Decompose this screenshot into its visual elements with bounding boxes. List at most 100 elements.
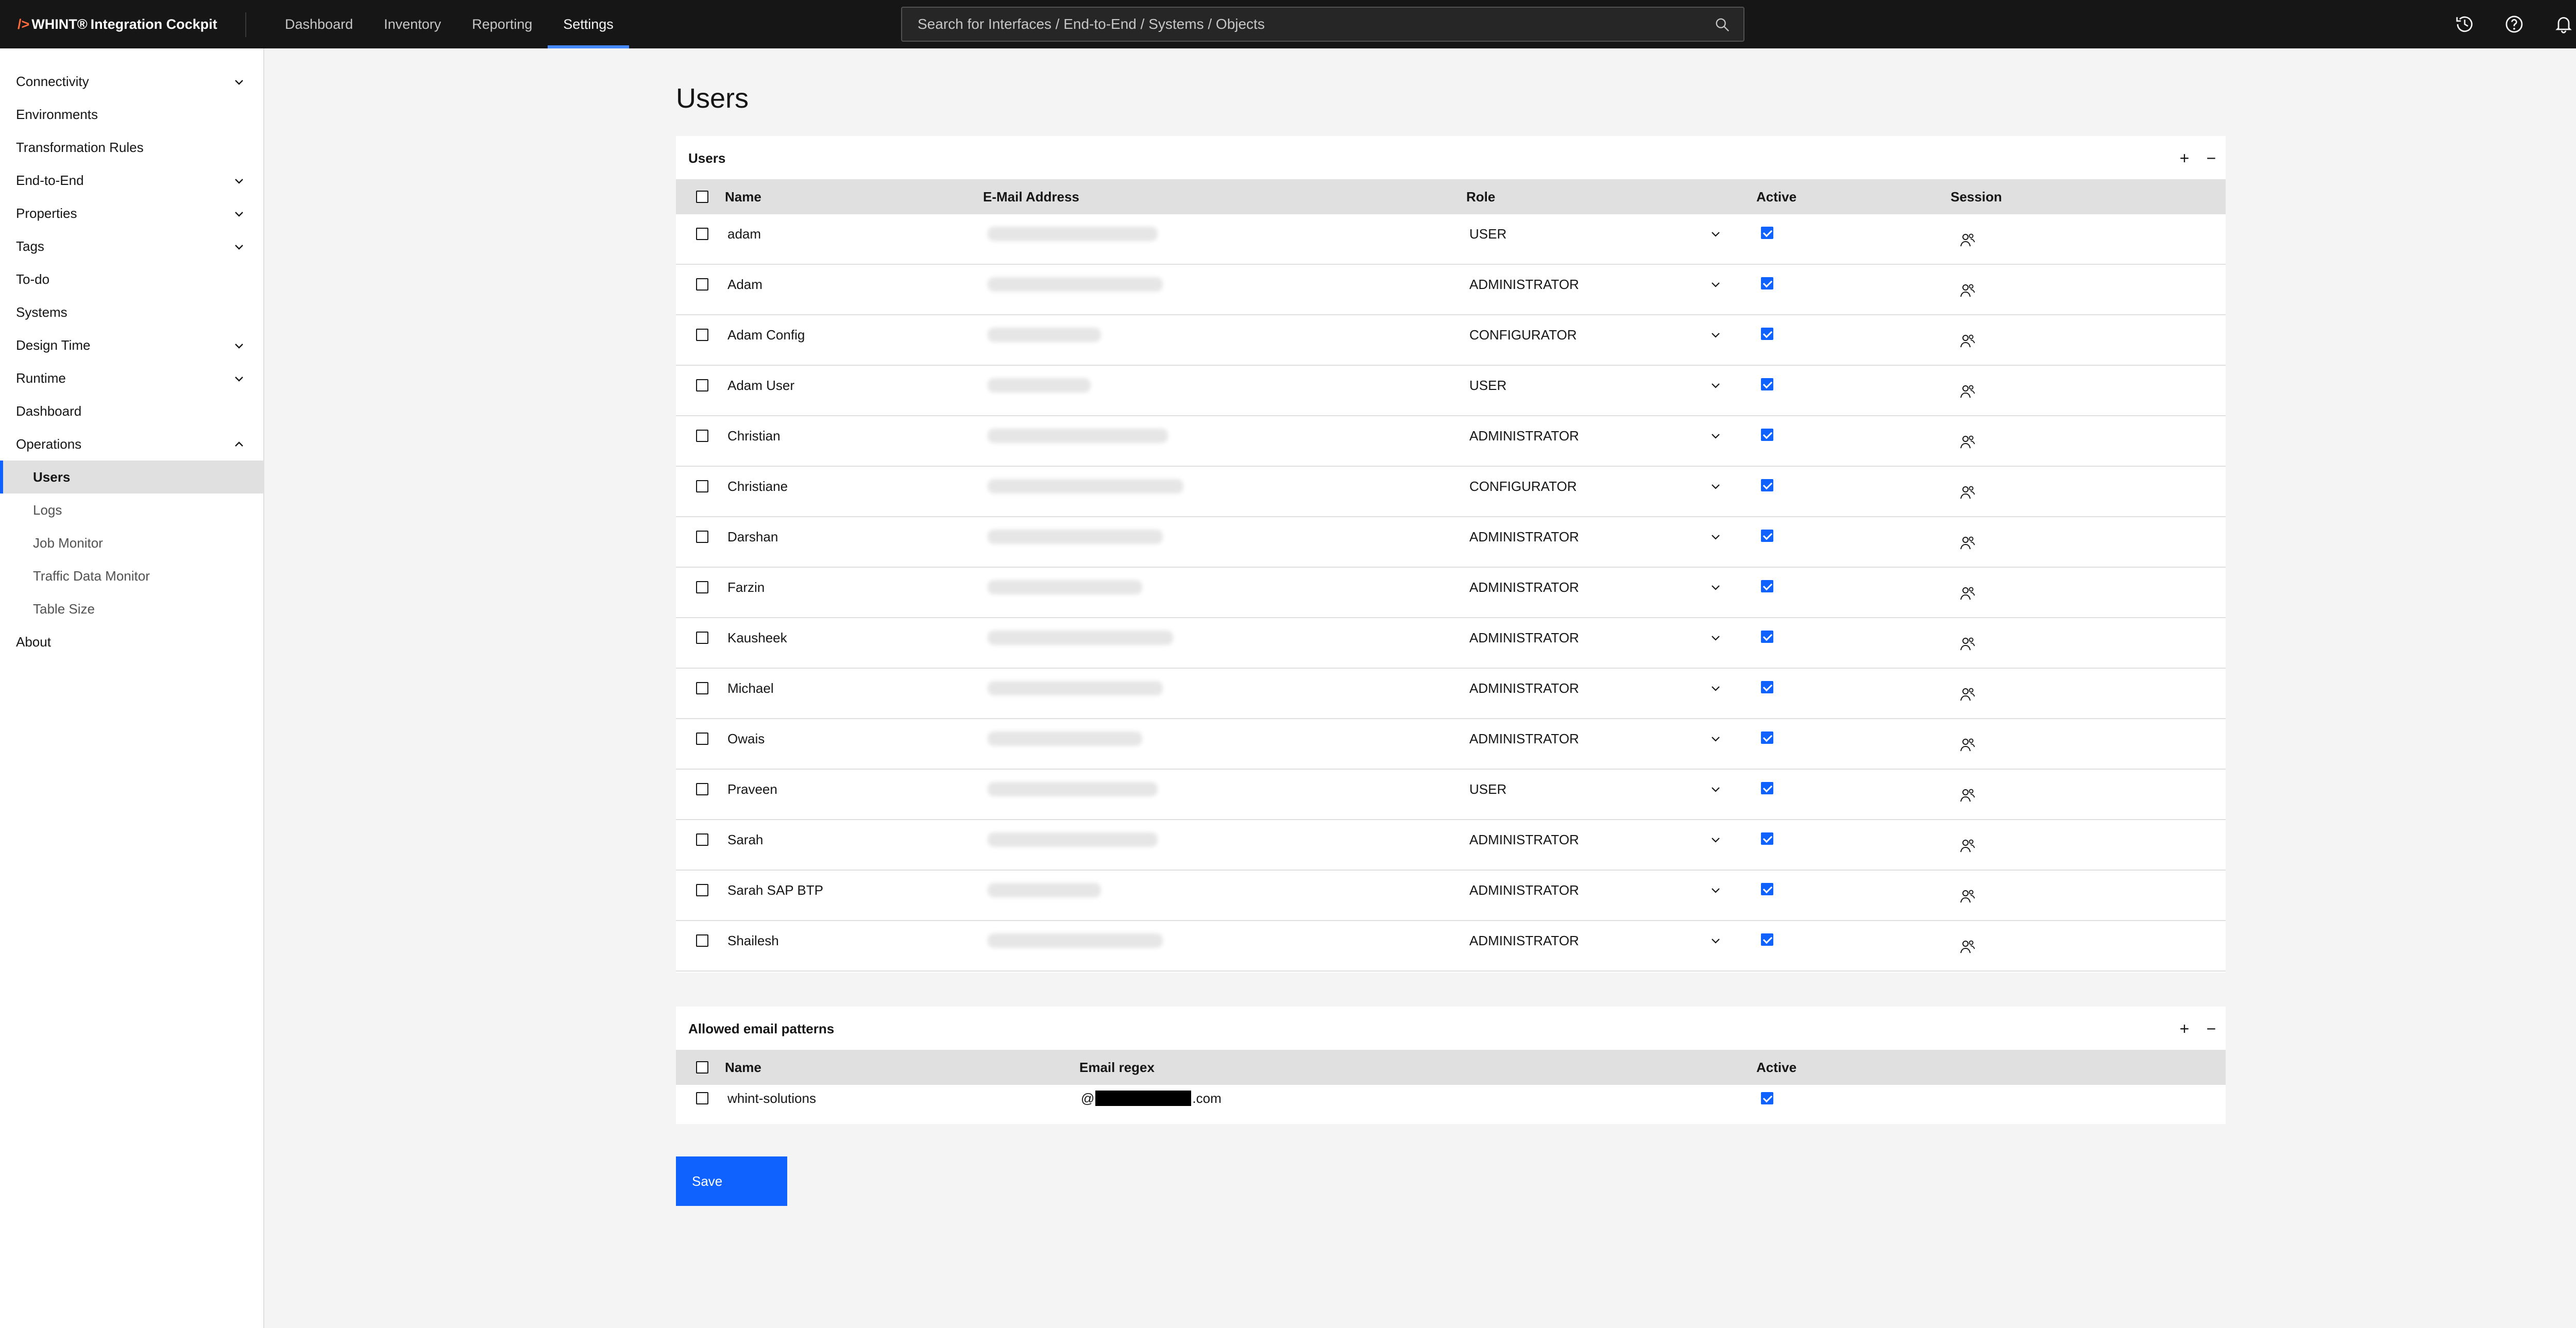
role-select[interactable]: CONFIGURATOR (1469, 467, 1727, 506)
nav-tab-inventory[interactable]: Inventory (368, 0, 456, 48)
row-select-checkbox[interactable] (696, 733, 708, 745)
notification-icon[interactable] (2539, 0, 2576, 48)
session-users-icon[interactable] (1960, 636, 1977, 651)
add-pattern-button[interactable]: + (2172, 1016, 2197, 1042)
active-checkbox[interactable] (1761, 832, 1773, 845)
sidebar-item-end-to-end[interactable]: End-to-End (0, 164, 263, 197)
session-users-icon[interactable] (1960, 535, 1977, 550)
role-select[interactable]: ADMINISTRATOR (1469, 265, 1727, 304)
role-select[interactable]: ADMINISTRATOR (1469, 517, 1727, 556)
active-checkbox[interactable] (1761, 328, 1773, 340)
session-users-icon[interactable] (1960, 737, 1977, 752)
session-users-icon[interactable] (1960, 383, 1977, 399)
brand-logo[interactable]: /> WHINT® Integration Cockpit (18, 0, 217, 48)
sidebar-item-operations[interactable]: Operations (0, 428, 263, 461)
email-regex-value[interactable]: @ .com (1081, 1085, 1222, 1112)
table-row[interactable]: whint-solutions @ .com (676, 1085, 2226, 1124)
active-checkbox[interactable] (1761, 883, 1773, 895)
sidebar-item-transformation-rules[interactable]: Transformation Rules (0, 131, 263, 164)
table-row[interactable]: Adam Config CONFIGURATOR (676, 315, 2226, 366)
table-row[interactable]: Sarah SAP BTP ADMINISTRATOR (676, 871, 2226, 921)
sidebar-item-table-size[interactable]: Table Size (0, 592, 263, 625)
row-select-checkbox[interactable] (696, 934, 708, 947)
sidebar-item-tags[interactable]: Tags (0, 230, 263, 263)
active-checkbox[interactable] (1761, 731, 1773, 744)
column-header-name[interactable]: Name (725, 179, 761, 214)
active-checkbox[interactable] (1761, 933, 1773, 946)
column-header-email-regex[interactable]: Email regex (1079, 1050, 1155, 1085)
sidebar-item-dashboard[interactable]: Dashboard (0, 395, 263, 428)
role-select[interactable]: ADMINISTRATOR (1469, 416, 1727, 455)
role-select[interactable]: ADMINISTRATOR (1469, 568, 1727, 607)
chevron-down-icon[interactable] (232, 174, 246, 188)
row-select-checkbox[interactable] (696, 632, 708, 644)
table-row[interactable]: Michael ADMINISTRATOR (676, 669, 2226, 719)
row-select-checkbox[interactable] (696, 783, 708, 795)
row-select-checkbox[interactable] (696, 278, 708, 291)
chevron-down-icon[interactable] (232, 75, 246, 89)
row-select-checkbox[interactable] (696, 480, 708, 492)
sidebar-item-job-monitor[interactable]: Job Monitor (0, 526, 263, 559)
sidebar-item-properties[interactable]: Properties (0, 197, 263, 230)
active-checkbox[interactable] (1761, 1092, 1773, 1104)
session-users-icon[interactable] (1960, 282, 1977, 298)
active-checkbox[interactable] (1761, 227, 1773, 239)
row-select-checkbox[interactable] (696, 531, 708, 543)
row-select-checkbox[interactable] (696, 884, 708, 896)
table-row[interactable]: Adam User USER (676, 366, 2226, 416)
chevron-down-icon[interactable] (232, 207, 246, 220)
history-icon[interactable] (2440, 0, 2489, 48)
role-select[interactable]: USER (1469, 770, 1727, 809)
table-row[interactable]: Sarah ADMINISTRATOR (676, 820, 2226, 871)
role-select[interactable]: ADMINISTRATOR (1469, 820, 1727, 859)
role-select[interactable]: CONFIGURATOR (1469, 315, 1727, 354)
row-select-checkbox[interactable] (696, 228, 708, 240)
active-checkbox[interactable] (1761, 580, 1773, 592)
nav-tab-settings[interactable]: Settings (548, 0, 629, 48)
row-select-checkbox[interactable] (696, 430, 708, 442)
chevron-down-icon[interactable] (232, 339, 246, 352)
role-select[interactable]: USER (1469, 214, 1727, 253)
session-users-icon[interactable] (1960, 787, 1977, 803)
column-header-email[interactable]: E-Mail Address (983, 179, 1079, 214)
table-row[interactable]: adam USER (676, 214, 2226, 265)
column-header-role[interactable]: Role (1466, 179, 1495, 214)
row-select-checkbox[interactable] (696, 581, 708, 593)
session-users-icon[interactable] (1960, 838, 1977, 853)
active-checkbox[interactable] (1761, 429, 1773, 441)
sidebar-item-users[interactable]: Users (0, 461, 263, 493)
table-row[interactable]: Kausheek ADMINISTRATOR (676, 618, 2226, 669)
save-button[interactable]: Save (676, 1156, 787, 1206)
role-select[interactable]: ADMINISTRATOR (1469, 871, 1727, 910)
session-users-icon[interactable] (1960, 232, 1977, 247)
table-row[interactable]: Praveen USER (676, 770, 2226, 820)
session-users-icon[interactable] (1960, 333, 1977, 348)
table-row[interactable]: Darshan ADMINISTRATOR (676, 517, 2226, 568)
sidebar-item-to-do[interactable]: To-do (0, 263, 263, 296)
column-header-active[interactable]: Active (1756, 179, 1797, 214)
chevron-down-icon[interactable] (232, 372, 246, 385)
session-users-icon[interactable] (1960, 585, 1977, 601)
session-users-icon[interactable] (1960, 939, 1977, 954)
active-checkbox[interactable] (1761, 631, 1773, 643)
select-all-patterns-checkbox[interactable] (696, 1061, 708, 1074)
row-select-checkbox[interactable] (696, 379, 708, 391)
add-user-button[interactable]: + (2172, 145, 2197, 171)
session-users-icon[interactable] (1960, 484, 1977, 500)
session-users-icon[interactable] (1960, 434, 1977, 449)
active-checkbox[interactable] (1761, 782, 1773, 794)
sidebar-item-traffic-data-monitor[interactable]: Traffic Data Monitor (0, 559, 263, 592)
column-header-pattern-active[interactable]: Active (1756, 1050, 1797, 1085)
active-checkbox[interactable] (1761, 681, 1773, 693)
role-select[interactable]: USER (1469, 366, 1727, 405)
table-row[interactable]: Owais ADMINISTRATOR (676, 719, 2226, 770)
active-checkbox[interactable] (1761, 277, 1773, 290)
chevron-down-icon[interactable] (232, 240, 246, 253)
table-row[interactable]: Christian ADMINISTRATOR (676, 416, 2226, 467)
role-select[interactable]: ADMINISTRATOR (1469, 719, 1727, 758)
search-icon[interactable] (1715, 17, 1730, 32)
role-select[interactable]: ADMINISTRATOR (1469, 618, 1727, 657)
help-icon[interactable] (2489, 0, 2539, 48)
sidebar-item-about[interactable]: About (0, 625, 263, 658)
sidebar-item-logs[interactable]: Logs (0, 493, 263, 526)
